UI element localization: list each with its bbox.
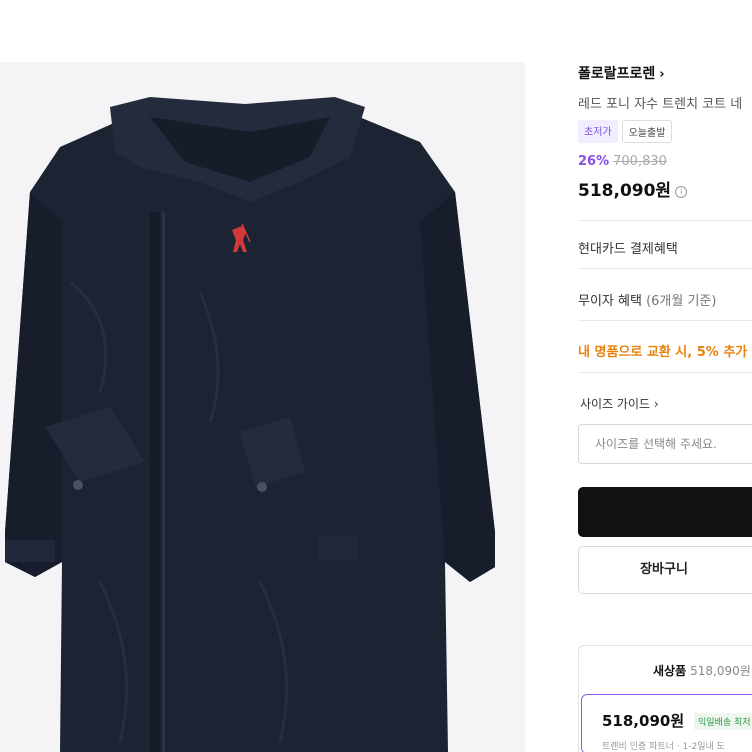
info-icon[interactable]: i [675, 186, 688, 198]
sale-price-value: 518,090원 [578, 181, 672, 201]
divider [578, 220, 752, 221]
lowest-price-badge: 초저가 [578, 120, 618, 143]
chevron-right-icon: › [653, 397, 659, 411]
divider [578, 268, 752, 269]
original-price: 700,830 [613, 154, 667, 169]
installment-label: 무이자 혜택 [578, 294, 642, 309]
product-image [0, 62, 525, 752]
brand-name[interactable]: 폴로랄프로렌 [578, 66, 655, 82]
discount-rate: 26% [578, 154, 610, 169]
offer-card[interactable]: 518,090원 익일배송 최저 트렌비 인증 파트너 · 1-2일내 도 [581, 694, 752, 752]
brand-link[interactable]: 폴로랄프로렌 › [578, 63, 665, 83]
product-title: 레드 포니 자수 트렌치 코트 네 [578, 97, 743, 112]
buy-now-button[interactable] [578, 487, 752, 537]
tab-price: 518,090원 [690, 664, 751, 678]
badge-list: 초저가 오늘출발 [578, 120, 673, 143]
card-benefit[interactable]: 현대카드 결제혜택 [578, 238, 678, 257]
chevron-right-icon: › [659, 67, 665, 82]
trade-in-promo[interactable]: 내 명품으로 교환 시, 5% 추가 [578, 341, 747, 360]
navy-trench-coat-photo [5, 97, 495, 752]
installment-detail: (6개월 기준) [646, 294, 717, 309]
offer-section: 새상품 518,090원 518,090원 익일배송 최저 트렌비 인증 파트너 … [578, 645, 752, 752]
offer-seller: 트렌비 인증 파트너 · 1-2일내 도 [602, 742, 725, 752]
product-info-panel: 폴로랄프로렌 › 레드 포니 자수 트렌치 코트 네 초저가 오늘출발 26% 70… [578, 0, 752, 752]
tab-new-product[interactable]: 새상품 518,090원 [653, 662, 751, 679]
today-shipping-badge: 오늘출발 [621, 120, 673, 143]
size-guide-label: 사이즈 가이드 [580, 397, 651, 411]
divider [578, 320, 752, 321]
divider [578, 372, 752, 373]
size-select[interactable]: 사이즈를 선택해 주세요. [578, 424, 752, 464]
add-to-cart-button[interactable]: 장바구니 [578, 546, 752, 594]
offer-price: 518,090원 [602, 712, 685, 730]
size-guide-link[interactable]: 사이즈 가이드 › [580, 395, 659, 412]
installment-benefit[interactable]: 무이자 혜택 (6개월 기준) [578, 290, 716, 309]
sale-price: 518,090원 i [578, 176, 688, 201]
price-discount-row: 26% 700,830 [578, 154, 667, 169]
tab-label: 새상품 [653, 664, 687, 678]
next-day-shipping-badge: 익일배송 최저 [694, 713, 752, 730]
